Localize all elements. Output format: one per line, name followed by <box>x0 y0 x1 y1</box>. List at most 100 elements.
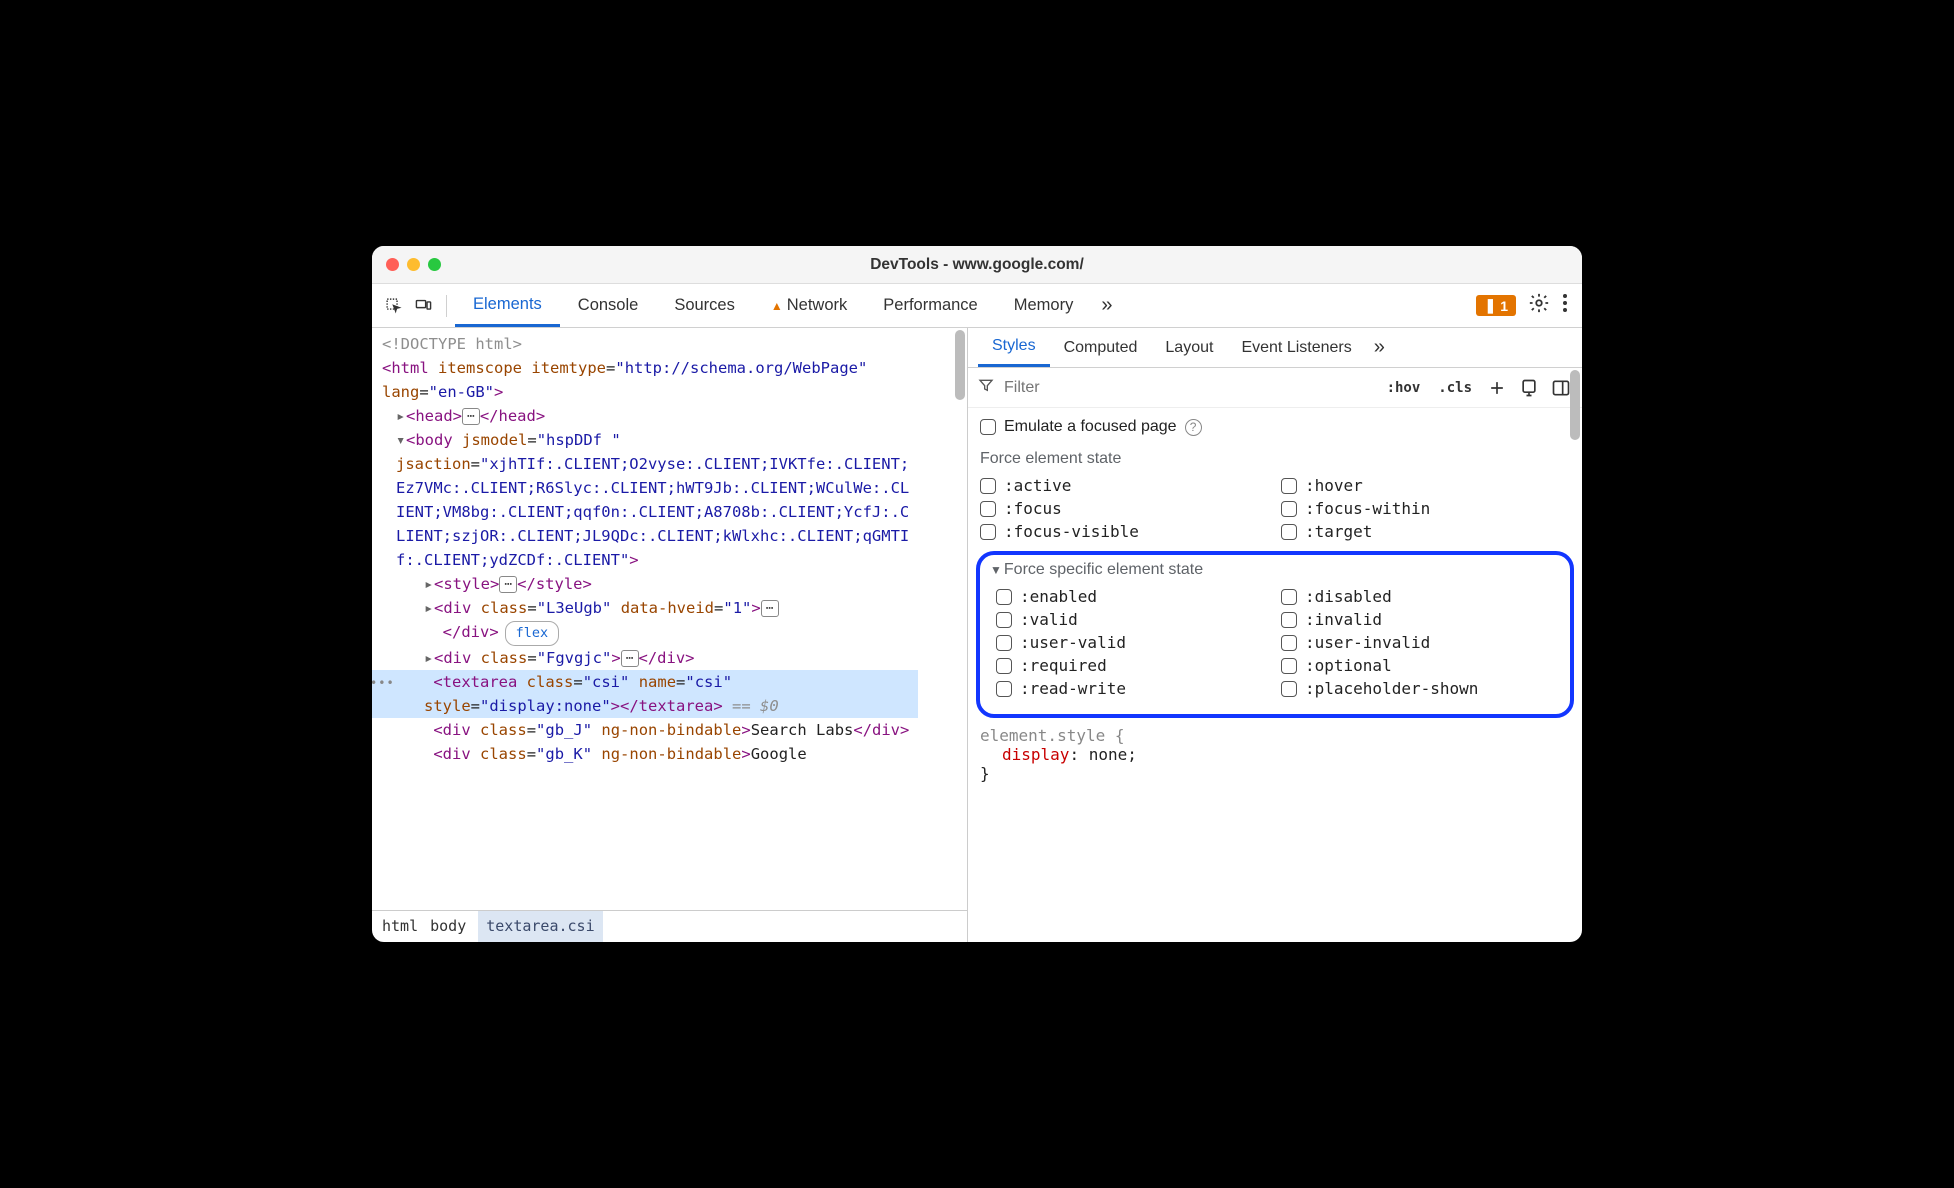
body-node[interactable]: ▾<body jsmodel="hspDDf " jsaction="xjhTI… <box>382 428 918 572</box>
selected-node[interactable]: ••• <textarea class="csi" name="csi" sty… <box>372 670 918 718</box>
breadcrumb: html body textarea.csi <box>372 910 967 942</box>
settings-icon[interactable] <box>1528 292 1550 319</box>
emulate-focused-row: Emulate a focused page ? <box>968 408 1582 446</box>
style-property[interactable]: display <box>980 745 1069 764</box>
state-checkbox[interactable] <box>1281 681 1297 697</box>
state-checkbox[interactable] <box>980 524 996 540</box>
state-row: :optional <box>1281 656 1554 675</box>
div-node[interactable]: ▸<div class="Fgvgjc">⋯</div> <box>382 646 918 670</box>
tab-layout[interactable]: Layout <box>1151 328 1227 367</box>
close-window-button[interactable] <box>386 258 399 271</box>
state-row: :disabled <box>1281 587 1554 606</box>
doctype-node[interactable]: <!DOCTYPE html> <box>382 332 918 356</box>
state-row: :invalid <box>1281 610 1554 629</box>
main-tabs: Elements Console Sources ▲Network Perfor… <box>455 284 1476 327</box>
filter-input[interactable] <box>1004 379 1373 397</box>
state-row: :required <box>996 656 1269 675</box>
force-specific-state-section: ▼Force specific element state :enabled :… <box>976 551 1574 718</box>
state-checkbox[interactable] <box>1281 478 1297 494</box>
html-node[interactable]: <html itemscope itemtype="http://schema.… <box>382 356 918 404</box>
device-toggle-icon[interactable] <box>408 291 438 321</box>
hov-toggle[interactable]: :hov <box>1383 378 1425 398</box>
state-checkbox[interactable] <box>1281 524 1297 540</box>
style-value[interactable]: none <box>1089 745 1128 764</box>
state-checkbox[interactable] <box>996 589 1012 605</box>
style-close-brace: } <box>980 764 1570 783</box>
breadcrumb-item[interactable]: html <box>382 915 418 938</box>
help-icon[interactable]: ? <box>1185 419 1202 436</box>
head-node[interactable]: ▸<head>⋯</head> <box>382 404 918 428</box>
tab-console[interactable]: Console <box>560 284 657 327</box>
element-style-block[interactable]: element.style { display: none; } <box>968 720 1582 789</box>
tab-memory[interactable]: Memory <box>996 284 1092 327</box>
content-area: <!DOCTYPE html> <html itemscope itemtype… <box>372 328 1582 942</box>
tab-elements[interactable]: Elements <box>455 284 560 327</box>
rendering-icon[interactable] <box>1518 378 1540 398</box>
state-checkbox[interactable] <box>980 478 996 494</box>
gutter-dots-icon[interactable]: ••• <box>372 674 395 693</box>
breadcrumb-item-selected[interactable]: textarea.csi <box>478 911 602 942</box>
state-row: :user-invalid <box>1281 633 1554 652</box>
state-checkbox[interactable] <box>996 612 1012 628</box>
emulate-focused-checkbox[interactable] <box>980 419 996 435</box>
state-checkbox[interactable] <box>1281 635 1297 651</box>
disclosure-triangle-icon: ▼ <box>990 563 1002 577</box>
div-node[interactable]: <div class="gb_K" ng-non-bindable>Google <box>382 742 918 766</box>
state-row: :active <box>980 476 1269 495</box>
state-checkbox[interactable] <box>1281 612 1297 628</box>
flex-badge[interactable]: flex <box>505 621 560 646</box>
specific-state-grid: :enabled :disabled :valid :invalid :user… <box>984 583 1566 706</box>
tab-more[interactable]: » <box>1366 328 1393 367</box>
dom-tree[interactable]: <!DOCTYPE html> <html itemscope itemtype… <box>372 328 967 910</box>
toolbar-separator <box>446 295 447 317</box>
tab-network[interactable]: ▲Network <box>753 284 865 327</box>
titlebar: DevTools - www.google.com/ <box>372 246 1582 284</box>
state-checkbox[interactable] <box>996 658 1012 674</box>
state-checkbox[interactable] <box>1281 658 1297 674</box>
tree-scrollbar[interactable] <box>953 328 967 910</box>
window-title: DevTools - www.google.com/ <box>372 256 1582 274</box>
elements-panel: <!DOCTYPE html> <html itemscope itemtype… <box>372 328 968 942</box>
more-options-icon[interactable] <box>1562 292 1568 319</box>
cls-toggle[interactable]: .cls <box>1434 378 1476 398</box>
minimize-window-button[interactable] <box>407 258 420 271</box>
ellipsis-icon[interactable]: ⋯ <box>761 600 779 617</box>
state-checkbox[interactable] <box>1281 501 1297 517</box>
ellipsis-icon[interactable]: ⋯ <box>499 576 517 593</box>
state-row: :focus-visible <box>980 522 1269 541</box>
state-checkbox[interactable] <box>996 635 1012 651</box>
style-node[interactable]: ▸<style>⋯</style> <box>382 572 918 596</box>
tab-sources[interactable]: Sources <box>656 284 753 327</box>
state-checkbox[interactable] <box>996 681 1012 697</box>
styles-scrollbar[interactable] <box>1568 368 1582 488</box>
styles-tabs: Styles Computed Layout Event Listeners » <box>968 328 1582 368</box>
devtools-window: DevTools - www.google.com/ Elements Cons… <box>372 246 1582 942</box>
state-checkbox[interactable] <box>1281 589 1297 605</box>
inspect-icon[interactable] <box>378 291 408 321</box>
div-node[interactable]: ▸<div class="L3eUgb" data-hveid="1">⋯ </… <box>382 596 918 646</box>
issues-icon: ❚ <box>1484 297 1496 314</box>
emulate-focused-label: Emulate a focused page <box>1004 418 1177 436</box>
equals-dollar-zero: == $0 <box>723 697 779 715</box>
state-row: :valid <box>996 610 1269 629</box>
breadcrumb-item[interactable]: body <box>430 915 466 938</box>
force-specific-heading[interactable]: ▼Force specific element state <box>984 559 1566 583</box>
state-row: :focus <box>980 499 1269 518</box>
zoom-window-button[interactable] <box>428 258 441 271</box>
ellipsis-icon[interactable]: ⋯ <box>462 408 480 425</box>
div-node[interactable]: <div class="gb_J" ng-non-bindable>Search… <box>382 718 918 742</box>
issues-badge[interactable]: ❚ 1 <box>1476 295 1516 316</box>
tab-performance[interactable]: Performance <box>865 284 995 327</box>
state-row: :placeholder-shown <box>1281 679 1554 698</box>
state-row: :read-write <box>996 679 1269 698</box>
state-row: :enabled <box>996 587 1269 606</box>
traffic-lights <box>386 258 441 271</box>
tab-event-listeners[interactable]: Event Listeners <box>1227 328 1365 367</box>
tab-styles[interactable]: Styles <box>978 328 1050 367</box>
ellipsis-icon[interactable]: ⋯ <box>621 650 639 667</box>
new-style-icon[interactable] <box>1486 378 1508 398</box>
toolbar-right: ❚ 1 <box>1476 292 1576 319</box>
state-checkbox[interactable] <box>980 501 996 517</box>
tab-computed[interactable]: Computed <box>1050 328 1152 367</box>
tab-more[interactable]: » <box>1091 284 1122 327</box>
